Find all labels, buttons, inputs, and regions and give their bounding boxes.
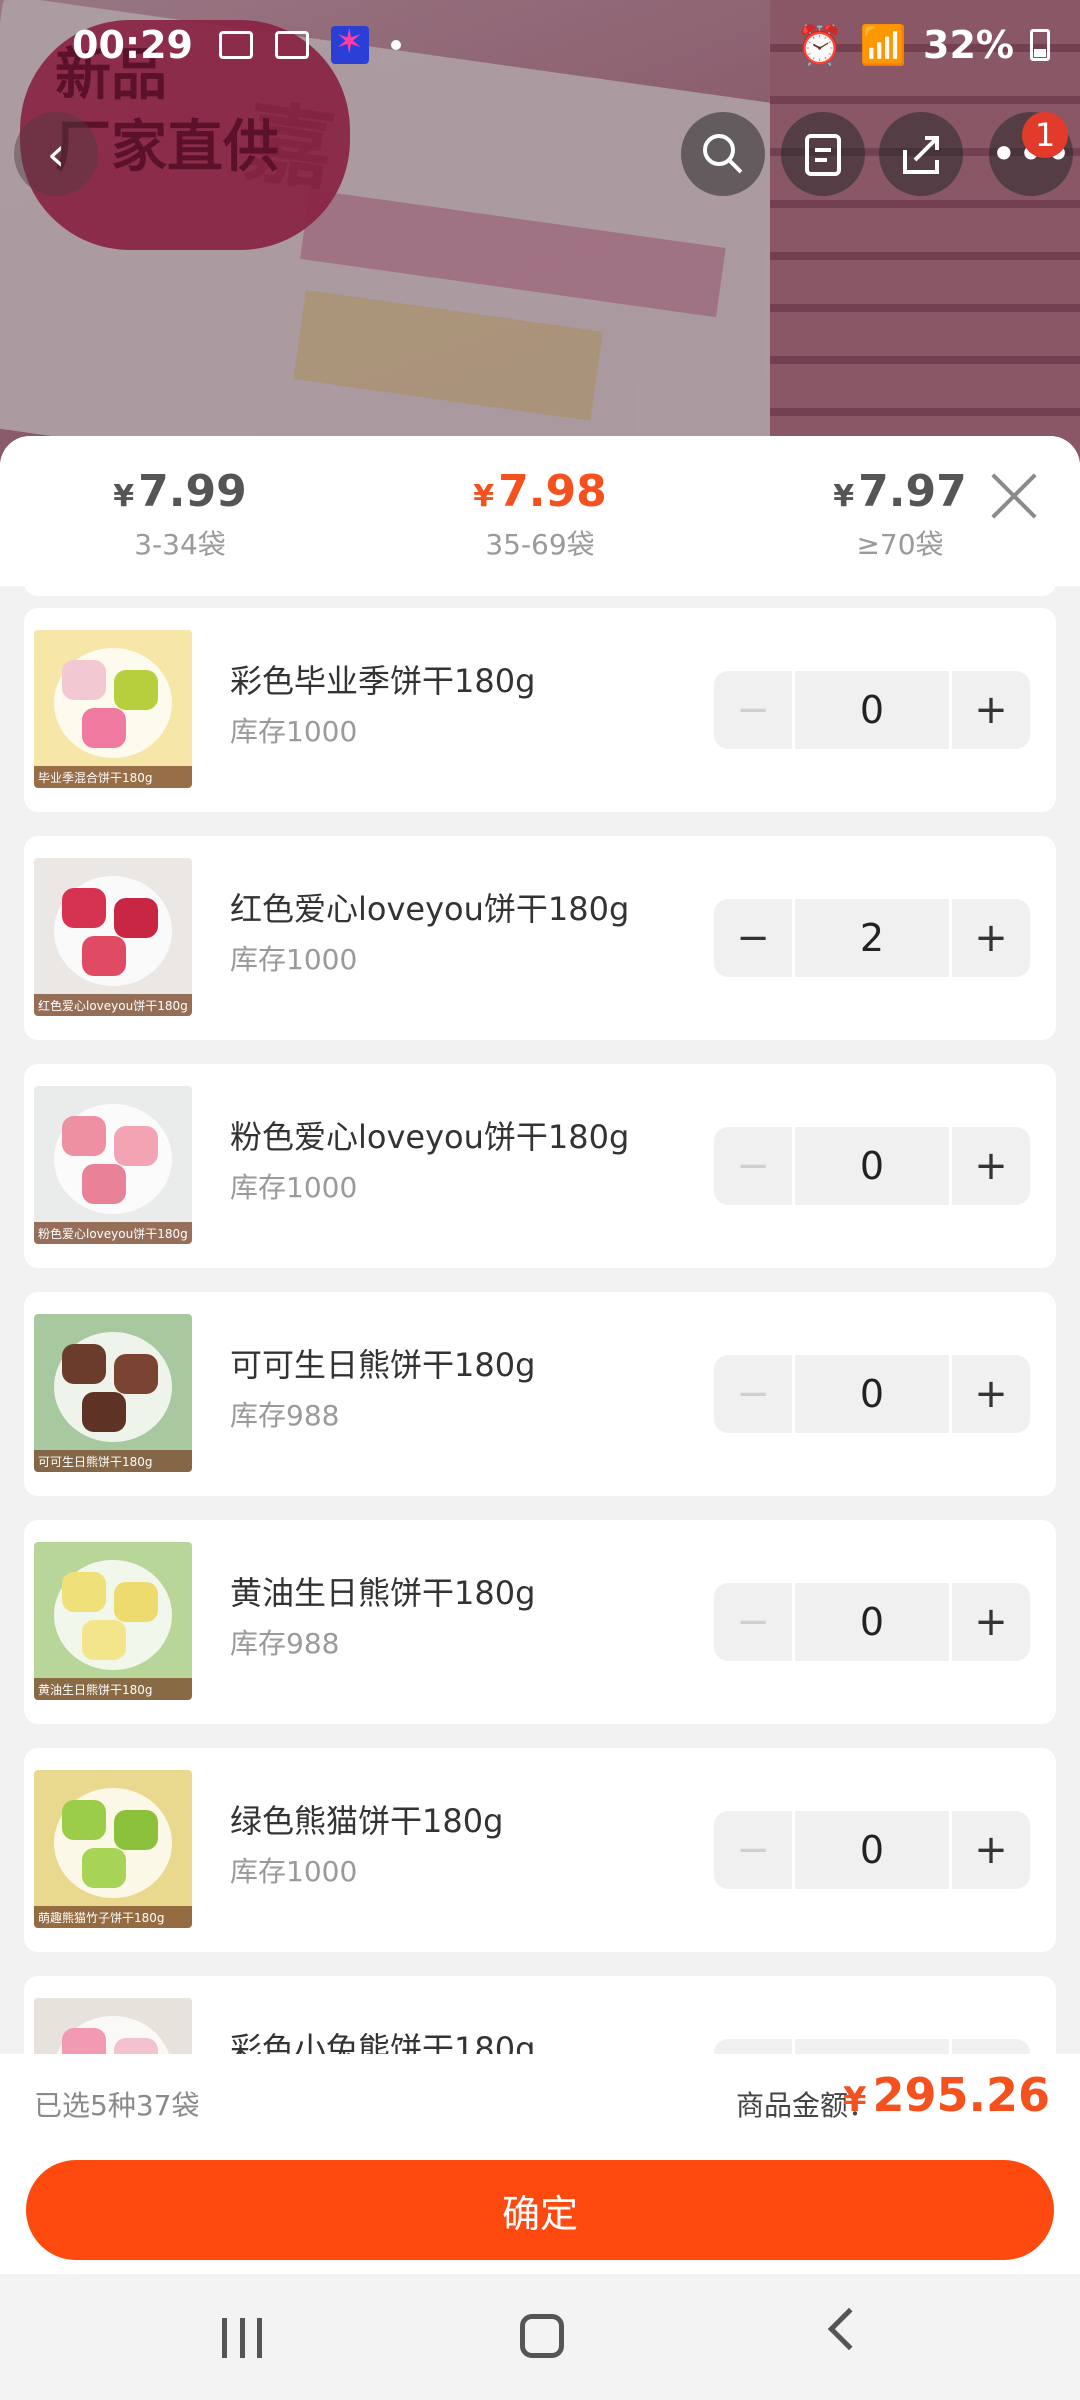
quantity-stepper[interactable]: − 0 +	[714, 1811, 1030, 1889]
product-variant-card: 毕业季混合饼干180g 彩色毕业季饼干180g 库存1000 − 0 +	[24, 608, 1056, 812]
sku-selection-sheet: ¥7.99 3-34袋 ¥7.98 35-69袋 ¥7.97 ≥70袋 毕业季混…	[0, 436, 1080, 2274]
price-tier-header: ¥7.99 3-34袋 ¥7.98 35-69袋 ¥7.97 ≥70袋	[0, 436, 1080, 586]
increment-button[interactable]: +	[952, 1355, 1030, 1433]
product-stock: 库存1000	[230, 1171, 358, 1204]
quantity-stepper[interactable]: − 0 +	[714, 1583, 1030, 1661]
notification-badge: 1	[1022, 112, 1068, 158]
system-nav-bar	[0, 2274, 1080, 2400]
confirm-button[interactable]: 确定	[26, 2160, 1054, 2260]
decrement-button[interactable]: −	[714, 1127, 792, 1205]
decrement-button[interactable]: −	[714, 899, 792, 977]
product-thumbnail: 黄油生日熊饼干180g	[34, 1542, 192, 1700]
close-icon[interactable]	[984, 466, 1044, 526]
product-variant-card: 粉色爱心loveyou饼干180g 粉色爱心loveyou饼干180g 库存10…	[24, 1064, 1056, 1268]
quantity-stepper[interactable]: − 0 +	[714, 1127, 1030, 1205]
share-icon	[903, 136, 939, 174]
battery-icon	[1030, 29, 1050, 61]
decrement-button[interactable]: −	[714, 671, 792, 749]
home-icon[interactable]	[520, 2314, 564, 2358]
more-notifications-icon	[390, 40, 401, 50]
product-name: 粉色爱心loveyou饼干180g	[230, 1118, 630, 1156]
status-bar: 00:29 ⏰ 📶 32%	[0, 0, 1080, 90]
search-icon	[703, 134, 743, 174]
battery-percent: 32%	[923, 23, 1014, 67]
increment-button[interactable]: +	[952, 1811, 1030, 1889]
product-name: 绿色熊猫饼干180g	[230, 1802, 504, 1840]
clipboard-icon	[805, 134, 841, 176]
product-variant-card: 红色爱心loveyou饼干180g 红色爱心loveyou饼干180g 库存10…	[24, 836, 1056, 1040]
product-stock: 库存1000	[230, 943, 358, 976]
chevron-left-icon: ‹	[46, 127, 66, 181]
wifi-icon: 📶	[859, 22, 908, 67]
increment-button[interactable]: +	[952, 1127, 1030, 1205]
product-thumbnail: 可可生日熊饼干180g	[34, 1314, 192, 1472]
quantity-value[interactable]: 0	[792, 671, 952, 749]
product-variant-card: 黄油生日熊饼干180g 黄油生日熊饼干180g 库存988 − 0 +	[24, 1520, 1056, 1724]
recent-apps-icon[interactable]	[222, 2318, 262, 2358]
quantity-value[interactable]: 0	[792, 1127, 952, 1205]
product-thumbnail: 红色爱心loveyou饼干180g	[34, 858, 192, 1016]
increment-button[interactable]: +	[952, 1583, 1030, 1661]
product-variant-list[interactable]: 毕业季混合饼干180g 彩色毕业季饼干180g 库存1000 − 0 + 红色爱…	[0, 586, 1080, 2274]
app-notification-icon	[330, 22, 369, 64]
thumbnail-caption: 毕业季混合饼干180g	[34, 766, 192, 788]
product-variant-card: 萌趣熊猫竹子饼干180g 绿色熊猫饼干180g 库存1000 − 0 +	[24, 1748, 1056, 1952]
quantity-stepper[interactable]: − 2 +	[714, 899, 1030, 977]
share-button[interactable]	[879, 112, 963, 196]
system-back-icon[interactable]	[827, 2307, 871, 2351]
back-button[interactable]: ‹	[14, 112, 98, 196]
product-thumbnail: 毕业季混合饼干180g	[34, 630, 192, 788]
quantity-stepper[interactable]: − 0 +	[714, 1355, 1030, 1433]
quantity-value[interactable]: 0	[792, 1583, 952, 1661]
alarm-icon: ⏰	[796, 22, 844, 67]
price-tier-2: ¥7.98 35-69袋	[473, 466, 607, 561]
product-stock: 库存1000	[230, 1855, 358, 1888]
price-tier-1: ¥7.99 3-34袋	[113, 466, 247, 561]
product-name: 黄油生日熊饼干180g	[230, 1574, 536, 1612]
thumbnail-caption: 可可生日熊饼干180g	[34, 1450, 192, 1472]
product-thumbnail: 萌趣熊猫竹子饼干180g	[34, 1770, 192, 1928]
product-name: 红色爱心loveyou饼干180g	[230, 890, 630, 928]
clipboard-button[interactable]	[781, 112, 865, 196]
thumbnail-caption: 黄油生日熊饼干180g	[34, 1678, 192, 1700]
selection-summary: 已选5种37袋	[34, 2089, 200, 2122]
quantity-value[interactable]: 0	[792, 1811, 952, 1889]
product-stock: 库存1000	[230, 715, 358, 748]
decrement-button[interactable]: −	[714, 1355, 792, 1433]
total-amount: ¥295.26	[842, 2068, 1050, 2122]
increment-button[interactable]: +	[952, 671, 1030, 749]
product-name: 彩色毕业季饼干180g	[230, 662, 536, 700]
status-time: 00:29	[72, 23, 193, 67]
product-stock: 库存988	[230, 1399, 340, 1432]
quantity-value[interactable]: 0	[792, 1355, 952, 1433]
search-button[interactable]	[681, 112, 765, 196]
product-name: 可可生日熊饼干180g	[230, 1346, 536, 1384]
product-thumbnail: 粉色爱心loveyou饼干180g	[34, 1086, 192, 1244]
gallery-icon	[218, 31, 253, 59]
decrement-button[interactable]: −	[714, 1811, 792, 1889]
product-stock: 库存988	[230, 1627, 340, 1660]
screen-icon	[274, 31, 309, 59]
product-variant-card: 可可生日熊饼干180g 可可生日熊饼干180g 库存988 − 0 +	[24, 1292, 1056, 1496]
thumbnail-caption: 红色爱心loveyou饼干180g	[34, 994, 192, 1016]
increment-button[interactable]: +	[952, 899, 1030, 977]
checkout-footer: 已选5种37袋 商品金额： ¥295.26 确定	[0, 2054, 1080, 2274]
quantity-value[interactable]: 2	[792, 899, 952, 977]
decrement-button[interactable]: −	[714, 1583, 792, 1661]
thumbnail-caption: 萌趣熊猫竹子饼干180g	[34, 1906, 192, 1928]
thumbnail-caption: 粉色爱心loveyou饼干180g	[34, 1222, 192, 1244]
quantity-stepper[interactable]: − 0 +	[714, 671, 1030, 749]
